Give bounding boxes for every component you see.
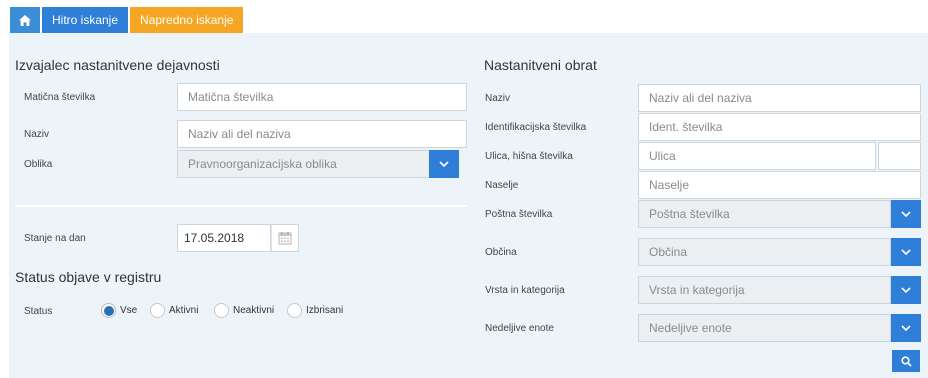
obcina-label: Občina [485, 247, 517, 258]
vrsta-label: Vrsta in kategorija [485, 285, 565, 296]
oblika-dropdown-button[interactable] [429, 150, 459, 178]
radio-unchecked-icon [214, 303, 229, 318]
provider-section-title: Izvajalec nastanitvene dejavnosti [15, 57, 220, 73]
home-icon [19, 14, 31, 26]
chevron-down-icon [901, 325, 911, 331]
ident-label: Identifikacijska številka [485, 122, 587, 133]
ulica-label: Ulica, hišna številka [485, 151, 573, 162]
search-tabs: Hitro iskanje Napredno iskanje [10, 7, 245, 33]
posta-select[interactable]: Poštna številka [638, 200, 891, 228]
status-label: Status [24, 306, 53, 317]
radio-checked-icon [101, 303, 116, 318]
obcina-dropdown-button[interactable] [891, 238, 921, 266]
vrsta-dropdown-button[interactable] [891, 276, 921, 304]
naziv-input[interactable]: Naziv ali del naziva [177, 120, 467, 148]
status-option-label: Aktivni [169, 305, 199, 316]
radio-unchecked-icon [287, 303, 302, 318]
stanje-date-input[interactable]: 17.05.2018 [177, 224, 271, 252]
obrat-naziv-input[interactable]: Naziv ali del naziva [638, 84, 921, 112]
naselje-label: Naselje [485, 180, 519, 191]
stanje-label: Stanje na dan [24, 233, 86, 244]
chevron-down-icon [901, 287, 911, 293]
chevron-down-icon [901, 211, 911, 217]
chevron-down-icon [901, 249, 911, 255]
radio-unchecked-icon [150, 303, 165, 318]
house-number-input[interactable] [878, 142, 921, 170]
calendar-icon [278, 232, 292, 245]
posta-label: Poštna številka [485, 209, 553, 220]
status-radio-neaktivni[interactable]: Neaktivni [214, 303, 274, 318]
nedeljive-dropdown-button[interactable] [891, 314, 921, 342]
search-panel: Izvajalec nastanitvene dejavnosti Matičn… [9, 33, 928, 378]
tab-quick-search[interactable]: Hitro iskanje [42, 7, 129, 33]
obcina-select[interactable]: Občina [638, 238, 891, 266]
oblika-select[interactable]: Pravnoorganizacijska oblika [177, 150, 439, 178]
nedeljive-label: Nedeljive enote [485, 323, 554, 334]
status-option-label: Izbrisani [306, 305, 344, 316]
status-option-label: Vse [120, 305, 138, 316]
calendar-button[interactable] [271, 224, 299, 252]
search-button[interactable] [892, 350, 920, 372]
naziv-label: Naziv [24, 129, 50, 140]
ulica-input[interactable]: Ulica [638, 142, 876, 170]
status-radio-izbrisani[interactable]: Izbrisani [287, 303, 343, 318]
establishment-section-title: Nastanitveni obrat [484, 57, 597, 73]
status-radio-vse[interactable]: Vse [101, 303, 137, 318]
search-icon [900, 355, 912, 367]
tab-advanced-search[interactable]: Napredno iskanje [130, 7, 244, 33]
status-radio-aktivni[interactable]: Aktivni [150, 303, 198, 318]
status-option-label: Neaktivni [233, 305, 275, 316]
oblika-label: Oblika [24, 159, 53, 170]
vrsta-select[interactable]: Vrsta in kategorija [638, 276, 891, 304]
chevron-down-icon [439, 161, 449, 167]
posta-dropdown-button[interactable] [891, 200, 921, 228]
nedeljive-select[interactable]: Nedeljive enote [638, 314, 891, 342]
maticna-label: Matična številka [24, 92, 96, 103]
naselje-input[interactable]: Naselje [638, 171, 921, 199]
obrat-naziv-label: Naziv [485, 93, 511, 104]
status-section-title: Status objave v registru [15, 269, 162, 285]
home-tab[interactable] [10, 7, 40, 33]
maticna-input[interactable]: Matična številka [177, 83, 467, 111]
section-divider [15, 205, 467, 207]
ident-input[interactable]: Ident. številka [638, 113, 921, 141]
